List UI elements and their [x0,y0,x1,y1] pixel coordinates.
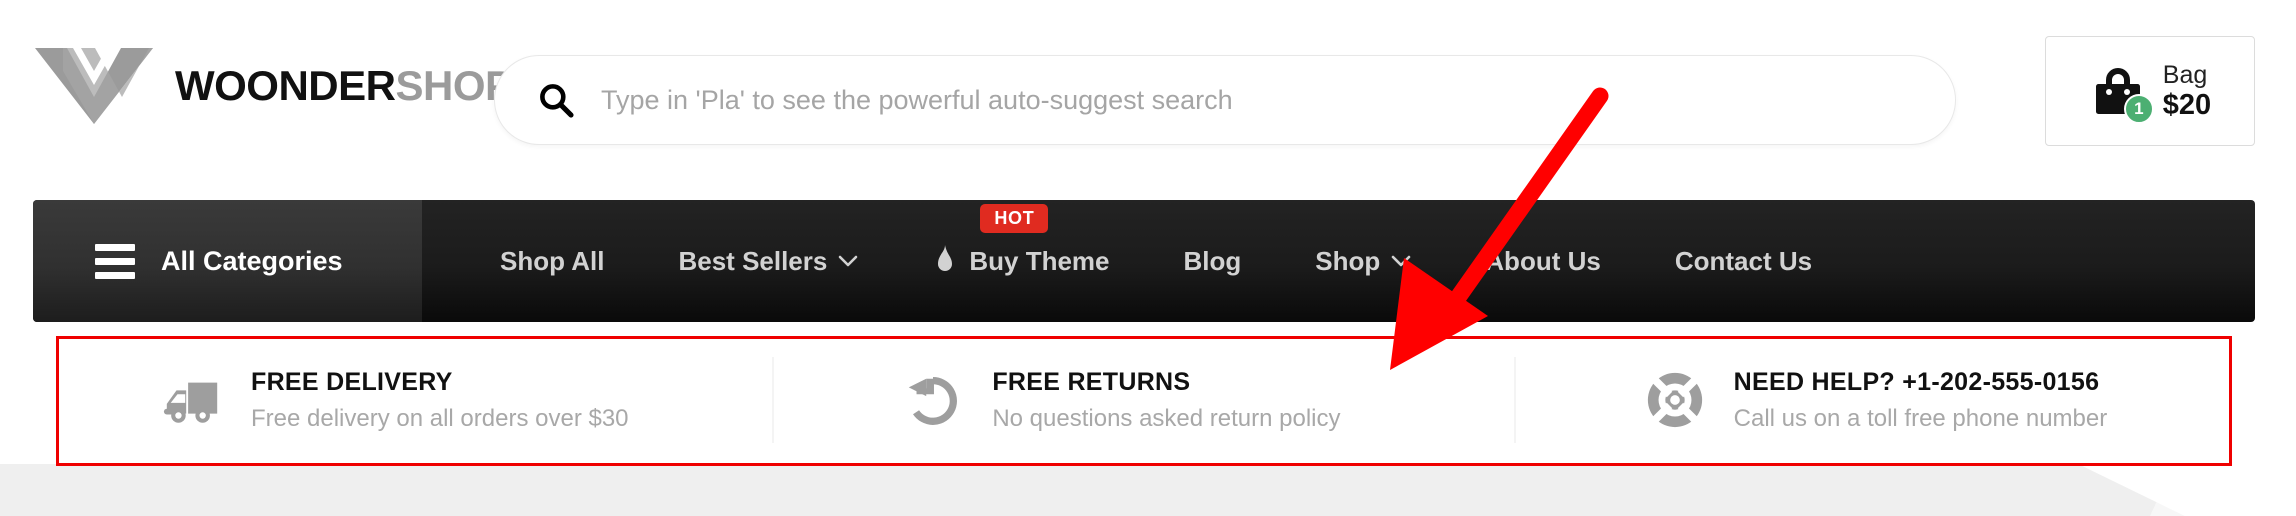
feature-free-delivery[interactable]: FREE DELIVERY Free delivery on all order… [33,357,772,443]
logo-wordmark: WOONDERSHOP [175,65,513,107]
feature-text-group: FREE RETURNS No questions asked return p… [992,368,1340,433]
feature-subtitle: No questions asked return policy [992,404,1341,432]
return-arrow-icon [909,376,958,425]
nav-item-best-sellers[interactable]: Best Sellers [678,246,858,277]
bag-label: Bag [2162,60,2208,89]
nav-item-shop-all[interactable]: Shop All [500,246,604,277]
nav-item-label: Shop [1315,245,1381,276]
search-icon [540,84,574,118]
site-header: WOONDERSHOP 1 Bag [0,0,2296,200]
search-input[interactable] [601,84,1925,116]
main-navigation-bar: All Categories Shop All Best Sellers Buy… [33,200,2255,322]
all-categories-button[interactable]: All Categories [33,200,422,322]
nav-item-shop[interactable]: Shop [1315,246,1411,277]
feature-title: NEED HELP? +1-202-555-0156 [1733,367,2100,396]
page-content-strip [0,464,2296,516]
delivery-truck-icon [163,382,218,423]
feature-need-help[interactable]: NEED HELP? +1-202-555-0156 Call us on a … [1513,357,2255,443]
nav-item-label: Shop All [500,245,605,276]
nav-item-list: Shop All Best Sellers Buy Theme HOT Blog… [422,200,2255,322]
hamburger-menu-icon [95,243,135,279]
nav-item-buy-theme[interactable]: Buy Theme HOT [932,204,1110,278]
feature-highlights-bar: FREE DELIVERY Free delivery on all order… [33,336,2255,464]
nav-item-contact-us[interactable]: Contact Us [1675,246,1812,277]
feature-text-group: FREE DELIVERY Free delivery on all order… [251,368,629,433]
bag-icon-wrapper: 1 [2089,62,2154,124]
feature-subtitle: Free delivery on all orders over $30 [251,404,629,432]
bag-amount: $20 [2162,88,2212,121]
feature-title: FREE RETURNS [992,367,1191,396]
hot-badge: HOT [980,204,1049,233]
flame-icon [938,245,953,271]
site-logo[interactable]: WOONDERSHOP [33,45,513,127]
logo-text-primary: WOONDER [175,62,396,109]
chevron-down-icon [1391,255,1411,267]
page-root: WOONDERSHOP 1 Bag [0,0,2296,516]
nav-item-label: Best Sellers [678,245,828,276]
all-categories-label: All Categories [161,245,343,276]
nav-item-label: Buy Theme [969,245,1110,276]
chevron-down-icon [839,255,858,267]
nav-item-about-us[interactable]: About Us [1485,246,1601,277]
lifebuoy-support-icon [1647,372,1702,428]
feature-subtitle: Call us on a toll free phone number [1733,404,2108,432]
nav-item-blog[interactable]: Blog [1184,246,1242,277]
feature-text-group: NEED HELP? +1-202-555-0156 Call us on a … [1734,368,2108,433]
w-logo-mark-icon [35,48,153,124]
shopping-bag-button[interactable]: 1 Bag $20 [2045,36,2255,146]
search-bar[interactable] [494,55,1956,145]
bag-text-group: Bag $20 [2163,61,2211,121]
bag-count-badge: 1 [2123,94,2154,124]
nav-item-label: Blog [1183,245,1242,276]
feature-title: FREE DELIVERY [251,367,453,396]
feature-free-returns[interactable]: FREE RETURNS No questions asked return p… [772,357,1513,443]
nav-item-label: Contact Us [1674,245,1813,276]
nav-item-label: About Us [1485,245,1601,276]
